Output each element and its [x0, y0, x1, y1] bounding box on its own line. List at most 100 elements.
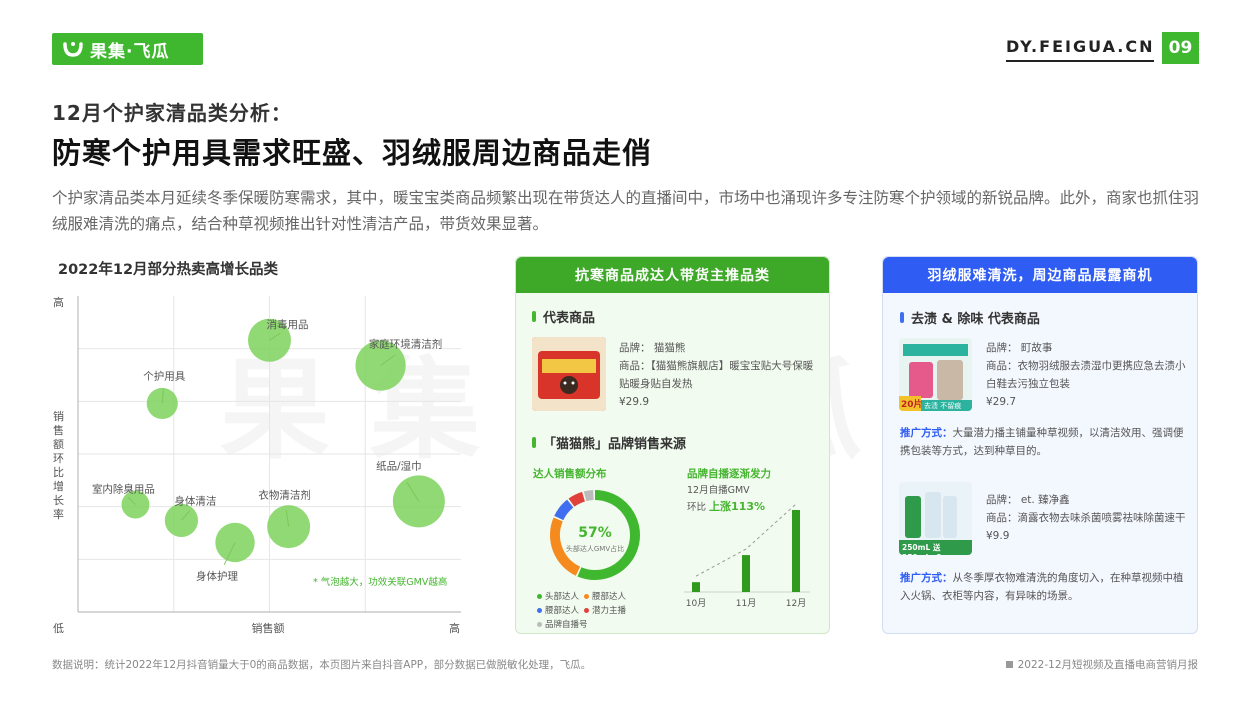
page-title: 防寒个护用具需求旺盛、羽绒服周边商品走俏	[52, 136, 653, 170]
legend-item: 腰部达人	[537, 604, 579, 618]
promo-label: 推广方式：	[900, 427, 953, 439]
product-price: ¥9.9	[986, 530, 1010, 542]
legend-item: 头部达人	[537, 590, 579, 604]
growth-line1: 12月自播GMV	[687, 485, 750, 496]
product-label: 商品：	[986, 512, 1018, 524]
product-info-maomaoxiong: 品牌： 猫猫熊 商品：【猫猫熊旗舰店】暖宝宝贴大号保暖贴暖身贴自发热 ¥29.9	[619, 339, 817, 411]
chart-note: * 气泡越大，功效关联GMV越高	[313, 576, 447, 588]
site-url[interactable]: DY.FEIGUA.CN	[1006, 37, 1155, 62]
bubble-point[interactable]	[392, 475, 445, 528]
legend-swatch	[537, 622, 542, 627]
donut-slice[interactable]	[554, 499, 574, 521]
donut-slice[interactable]	[583, 490, 594, 502]
donut-chart: 57% 头部达人GMV占比	[550, 490, 640, 580]
growth-bar[interactable]	[792, 510, 800, 592]
growth-bar-label: 11月	[736, 598, 756, 609]
bubble-label: 室内除臭用品	[92, 483, 155, 496]
section-marker	[532, 437, 536, 448]
donut-title: 达人销售额分布	[533, 468, 607, 480]
growth-bar-label: 10月	[686, 598, 706, 609]
brand-label: 品牌：	[986, 494, 1018, 506]
growth-bar-label: 12月	[786, 598, 806, 609]
bubble-label: 衣物清洁剂	[258, 489, 311, 502]
logo-text: 果集·飞瓜	[90, 41, 170, 62]
brand-value: et. 臻净鑫	[1020, 494, 1070, 506]
product-price: ¥29.7	[986, 396, 1017, 408]
legend-label: 品牌自播号	[545, 620, 588, 630]
brand-value: 猫猫熊	[653, 342, 686, 354]
growth-bar[interactable]	[692, 582, 700, 592]
promo-method-2: 推广方式：从冬季厚衣物难清洗的角度切入，在种草视频中植入火锅、衣柜等内容，有异味…	[900, 569, 1184, 605]
brand-value: 町故事	[1020, 342, 1053, 354]
warmer-pack-icon	[532, 337, 606, 411]
legend-item: 品牌自播号	[537, 618, 588, 632]
donut-legend: 头部达人 腰部达人腰部达人 潜力主播品牌自播号	[537, 590, 667, 632]
bubble-chart: 高低 高销售额销售额环比增长率* 气泡越大，功效关联GMV越高消毒用品家庭环境清洁…	[53, 295, 461, 635]
product-image-dinggushi[interactable]: 20片 去渍 不留痕	[899, 338, 972, 411]
bubble-label: 纸品/湿巾	[376, 459, 422, 472]
promo-label: 推广方式：	[900, 572, 953, 584]
product-label: 商品：	[986, 360, 1018, 372]
bubble-label: 家庭环境清洁剂	[369, 338, 443, 351]
legend-item: 腰部达人	[584, 590, 626, 604]
section-label: 代表商品	[543, 311, 596, 326]
section-representative-product: 代表商品	[532, 307, 595, 326]
image-badge: 250mL 送 250mL×2	[902, 543, 942, 555]
legend-label: 潜力主播	[592, 606, 627, 616]
y-axis-high-label: 高	[53, 295, 64, 309]
section-marker	[532, 311, 536, 322]
brand-logo: 果集·飞瓜	[52, 33, 203, 65]
footer-report-text: 2022-12月短视频及直播电商营销月报	[1017, 659, 1198, 671]
legend-item: 潜力主播	[584, 604, 626, 618]
donut-caption: 头部达人GMV占比	[566, 544, 624, 553]
bubble-label: 身体护理	[196, 569, 238, 582]
product-price: ¥29.9	[619, 396, 650, 408]
legend-label: 头部达人	[545, 592, 580, 602]
product-image-maomaoxiong[interactable]	[532, 337, 606, 411]
page-description: 个护家清品类本月延续冬季保暖防寒需求，其中，暖宝宝类商品频繁出现在带货达人的直播…	[52, 189, 1200, 233]
donut-slice[interactable]	[568, 491, 586, 507]
square-icon	[1005, 661, 1013, 668]
bubble-point[interactable]	[215, 522, 255, 563]
image-tag: 去渍 不留痕	[924, 402, 962, 410]
brand-label: 品牌：	[619, 342, 651, 354]
donut-value: 57%	[578, 525, 612, 541]
product-label: 商品：	[619, 360, 651, 372]
legend-swatch	[537, 608, 542, 613]
product-image-dettol[interactable]: 250mL 送 250mL×2	[899, 482, 972, 555]
y-axis-low-label: 低	[53, 622, 64, 635]
page-subtitle: 12月个护家清品类分析：	[52, 101, 292, 125]
section-marker	[900, 312, 904, 323]
section-stain-odor-products: 去渍 & 除味 代表商品	[900, 308, 1040, 327]
legend-swatch	[584, 608, 590, 613]
growth-title: 品牌自播逐渐发力	[687, 468, 771, 480]
legend-label: 腰部达人	[545, 606, 580, 616]
growth-bar-chart: 10月 11月 12月	[684, 503, 810, 609]
product-info-dettol: 品牌： et. 臻净鑫 商品：滴露衣物去味杀菌喷雾祛味除菌速干 ¥9.9	[986, 491, 1186, 545]
bubble-label: 身体清洁	[174, 494, 216, 507]
bubble-label: 消毒用品	[267, 318, 309, 331]
legend-label: 腰部达人	[592, 592, 627, 602]
image-badge: 20片	[901, 400, 923, 410]
x-axis-label: 销售额	[252, 621, 285, 635]
panel-anti-cold-header: 抗寒商品成达人带货主推品类	[516, 257, 829, 293]
bubble-label: 个护用具	[143, 369, 185, 382]
panel-down-jacket-header: 羽绒服难清洗，周边商品展露商机	[883, 257, 1197, 293]
section-brand-sales-source: 「猫猫熊」品牌销售来源	[532, 433, 686, 452]
brand-label: 品牌：	[986, 342, 1018, 354]
product-name[interactable]: 滴露衣物去味杀菌喷雾祛味除菌速干	[1018, 512, 1186, 524]
section-label: 去渍 & 除味 代表商品	[911, 312, 1040, 327]
logo-icon	[63, 42, 83, 57]
growth-bar[interactable]	[742, 555, 750, 592]
footer-data-note: 数据说明：统计2022年12月抖音销量大于0的商品数据，本页图片来自抖音APP，…	[52, 659, 592, 671]
chart-title: 2022年12月部分热卖高增长品类	[58, 262, 279, 278]
product-info-dinggushi: 品牌： 町故事 商品：衣物羽绒服去渍湿巾更携应急去渍小白鞋去污独立包装 ¥29.…	[986, 339, 1186, 411]
section-label: 「猫猫熊」品牌销售来源	[543, 437, 687, 452]
footer-report-name: 2022-12月短视频及直播电商营销月报	[1005, 657, 1198, 672]
legend-swatch	[537, 594, 542, 599]
page-number: 09	[1162, 32, 1199, 64]
x-axis-high-label: 高	[449, 621, 460, 635]
promo-method-1: 推广方式：大量潜力播主铺量种草视频，以清洁效用、强调便携包装等方式，达到种草目的…	[900, 424, 1184, 460]
y-axis-label: 销售额环比增长率	[53, 409, 64, 521]
legend-swatch	[584, 594, 590, 599]
